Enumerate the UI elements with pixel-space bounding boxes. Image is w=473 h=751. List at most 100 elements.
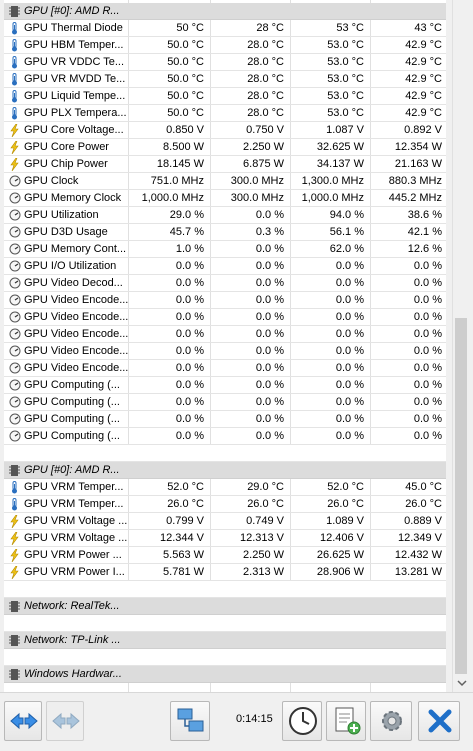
sensor-row[interactable]: GPU VR VDDC Te... 50.0 °C 28.0 °C 53.0 °C 42… xyxy=(4,54,446,71)
current-value: 29.0 % xyxy=(169,209,204,221)
current-value: 0.0 % xyxy=(175,379,204,391)
scrollbar-thumb[interactable] xyxy=(455,318,467,674)
sensor-label: GPU Video Encode... xyxy=(24,345,128,357)
sensor-row[interactable]: GPU VRM Voltage ... 0.799 V 0.749 V 1.089 V… xyxy=(4,513,446,530)
current-value: 0.0 % xyxy=(175,430,204,442)
sensor-row[interactable]: GPU Video Decod... 0.0 % 0.0 % 0.0 % 0.0 % xyxy=(4,275,446,292)
minimum-value: 12.313 V xyxy=(239,532,284,544)
navigate-arrows-disabled-button[interactable] xyxy=(46,701,84,741)
vertical-scrollbar[interactable] xyxy=(452,0,470,692)
sensor-row[interactable]: GPU PLX Tempera... 50.0 °C 28.0 °C 53.0 °C 4… xyxy=(4,105,446,122)
sensor-row[interactable]: GPU VRM Temper... 52.0 °C 29.0 °C 52.0 °C 45… xyxy=(4,479,446,496)
current-value: 0.0 % xyxy=(175,396,204,408)
sensor-row[interactable]: GPU HBM Temper... 50.0 °C 28.0 °C 53.0 °C 42… xyxy=(4,37,446,54)
sensor-label: GPU Thermal Diode xyxy=(24,22,123,34)
sensor-row[interactable]: GPU Video Encode... 0.0 % 0.0 % 0.0 % 0.0 % xyxy=(4,292,446,309)
minimum-value: 0.0 % xyxy=(255,413,284,425)
current-value: 1.0 % xyxy=(175,243,204,255)
settings-button[interactable] xyxy=(370,701,412,741)
sensor-row[interactable]: GPU Utilization 29.0 % 0.0 % 94.0 % 38.6 % xyxy=(4,207,446,224)
document-add-icon xyxy=(333,706,361,739)
sensor-row[interactable]: GPU Core Voltage... 0.850 V 0.750 V 1.087 V… xyxy=(4,122,446,139)
sensor-row[interactable]: GPU Video Encode... 0.0 % 0.0 % 0.0 % 0.0 % xyxy=(4,326,446,343)
current-value: 45.7 % xyxy=(169,226,204,238)
sensor-row[interactable]: GPU Computing (... 0.0 % 0.0 % 0.0 % 0.0 % xyxy=(4,394,446,411)
add-report-button[interactable] xyxy=(326,701,366,741)
average-value: 12.354 W xyxy=(394,141,442,153)
sensor-label: GPU Core Power xyxy=(24,141,109,153)
sensor-group-header[interactable]: Windows Hardwar... xyxy=(4,666,446,683)
average-value: 0.0 % xyxy=(413,294,442,306)
timer-button[interactable] xyxy=(282,701,322,741)
sensor-row[interactable]: GPU VRM Voltage ... 12.344 V 12.313 V 12.40… xyxy=(4,530,446,547)
minimum-value: 0.749 V xyxy=(246,515,284,527)
average-value: 42.9 °C xyxy=(405,90,442,102)
maximum-value: 53.0 °C xyxy=(327,90,364,102)
current-value: 0.0 % xyxy=(175,277,204,289)
current-value: 0.0 % xyxy=(175,328,204,340)
maximum-value: 62.0 % xyxy=(329,243,364,255)
minimum-value: 28 °C xyxy=(256,22,284,34)
group-label: GPU [#0]: AMD R... xyxy=(24,464,120,476)
sensor-group-header[interactable]: Network: TP-Link ... xyxy=(4,632,446,649)
group-label: GPU [#0]: AMD R... xyxy=(24,5,120,17)
sensor-row[interactable]: GPU Video Encode... 0.0 % 0.0 % 0.0 % 0.0 % xyxy=(4,309,446,326)
maximum-value: 53.0 °C xyxy=(327,107,364,119)
average-value: 13.281 W xyxy=(394,566,442,578)
current-value: 0.0 % xyxy=(175,260,204,272)
minimum-value: 0.0 % xyxy=(255,379,284,391)
sensor-row[interactable]: GPU Computing (... 0.0 % 0.0 % 0.0 % 0.0 % xyxy=(4,377,446,394)
current-value: 50.0 °C xyxy=(167,56,204,68)
maximum-value: 12.406 V xyxy=(319,532,364,544)
maximum-value: 1.087 V xyxy=(326,124,364,136)
current-value: 50.0 °C xyxy=(167,39,204,51)
minimum-value: 26.0 °C xyxy=(247,498,284,510)
sensor-row[interactable]: GPU Computing (... 0.0 % 0.0 % 0.0 % 0.0 % xyxy=(4,411,446,428)
minimum-value: 2.250 W xyxy=(243,141,284,153)
maximum-value: 53.0 °C xyxy=(327,73,364,85)
sensor-row[interactable]: GPU Thermal Diode 50 °C 28 °C 53 °C 43 °C xyxy=(4,20,446,37)
blank-row xyxy=(4,445,446,462)
close-button[interactable] xyxy=(418,701,460,741)
sensor-row[interactable]: GPU VRM Power I... 5.781 W 2.313 W 28.906 W… xyxy=(4,564,446,581)
minimum-value: 0.0 % xyxy=(255,311,284,323)
sensor-row[interactable]: GPU Core Power 8.500 W 2.250 W 32.625 W 12.3… xyxy=(4,139,446,156)
sensor-row[interactable]: GPU I/O Utilization 0.0 % 0.0 % 0.0 % 0.0 % xyxy=(4,258,446,275)
current-value: 1,000.0 MHz xyxy=(141,192,204,204)
sensor-group-header[interactable]: GPU [#0]: AMD R... xyxy=(4,462,446,479)
sensor-row[interactable]: GPU VRM Temper... 26.0 °C 26.0 °C 26.0 °C 26… xyxy=(4,496,446,513)
scroll-down-arrow-icon[interactable] xyxy=(457,678,467,688)
maximum-value: 0.0 % xyxy=(335,430,364,442)
sensor-row[interactable]: GPU Memory Clock 1,000.0 MHz 300.0 MHz 1,00… xyxy=(4,190,446,207)
sensor-group-header[interactable]: Network: RealTek... xyxy=(4,598,446,615)
sensor-row[interactable]: GPU D3D Usage 45.7 % 0.3 % 56.1 % 42.1 % xyxy=(4,224,446,241)
average-value: 0.892 V xyxy=(404,124,442,136)
current-value: 5.563 W xyxy=(163,549,204,561)
sensor-row[interactable]: GPU Chip Power 18.145 W 6.875 W 34.137 W 21.… xyxy=(4,156,446,173)
clock-icon xyxy=(287,705,319,740)
sensor-label: GPU Clock xyxy=(24,175,79,187)
blank-row xyxy=(4,615,446,632)
minimum-value: 0.3 % xyxy=(255,226,284,238)
sensor-row[interactable]: GPU Clock 751.0 MHz 300.0 MHz 1,300.0 MHz 88… xyxy=(4,173,446,190)
minimum-value: 28.0 °C xyxy=(247,90,284,102)
sensor-group-header[interactable]: GPU [#0]: AMD R... xyxy=(4,3,446,20)
average-value: 0.889 V xyxy=(404,515,442,527)
average-value: 0.0 % xyxy=(413,362,442,374)
current-value: 0.0 % xyxy=(175,362,204,374)
sensor-row[interactable]: GPU VRM Power ... 5.563 W 2.250 W 26.625 W 1… xyxy=(4,547,446,564)
sensor-row[interactable]: GPU Memory Cont... 1.0 % 0.0 % 62.0 % 12.6 % xyxy=(4,241,446,258)
sensor-row[interactable]: GPU Video Encode... 0.0 % 0.0 % 0.0 % 0.0 % xyxy=(4,360,446,377)
sensor-row[interactable]: GPU VR MVDD Te... 50.0 °C 28.0 °C 53.0 °C 42… xyxy=(4,71,446,88)
sensor-row[interactable]: GPU Liquid Tempe... 50.0 °C 28.0 °C 53.0 °C… xyxy=(4,88,446,105)
maximum-value: 0.0 % xyxy=(335,260,364,272)
current-value: 50.0 °C xyxy=(167,90,204,102)
navigate-arrows-button[interactable] xyxy=(4,701,42,741)
network-layout-button[interactable] xyxy=(170,701,210,741)
maximum-value: 28.906 W xyxy=(316,566,364,578)
sensor-row[interactable]: GPU Video Encode... 0.0 % 0.0 % 0.0 % 0.0 % xyxy=(4,343,446,360)
average-value: 0.0 % xyxy=(413,260,442,272)
minimum-value: 29.0 °C xyxy=(247,481,284,493)
sensor-row[interactable]: GPU Computing (... 0.0 % 0.0 % 0.0 % 0.0 % xyxy=(4,428,446,445)
maximum-value: 0.0 % xyxy=(335,413,364,425)
